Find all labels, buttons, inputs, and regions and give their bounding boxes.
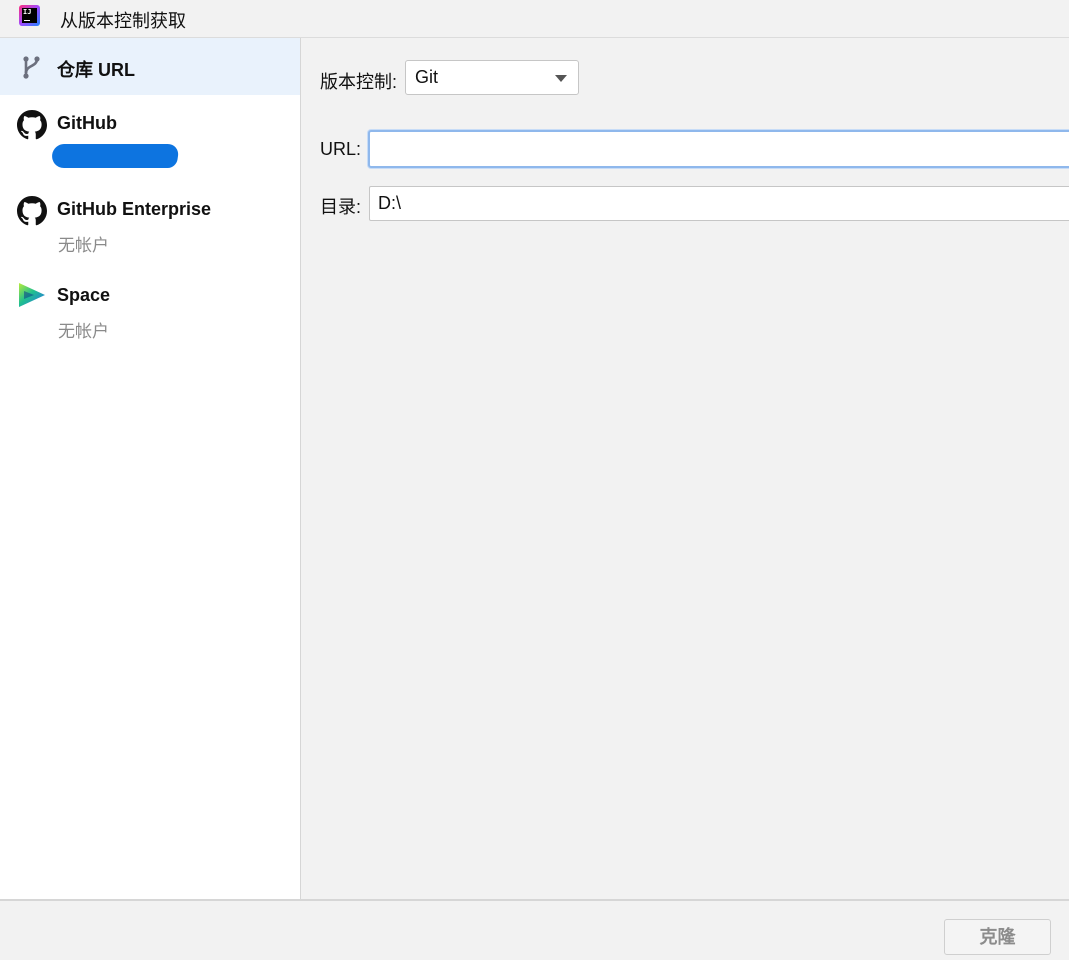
space-icon — [17, 280, 47, 310]
sidebar-item-label: Space — [57, 285, 111, 305]
get-from-vcs-dialog: IJ 从版本控制获取 仓库 URL GitHub GitHub Enterpri… — [0, 0, 1069, 960]
github-icon — [17, 110, 47, 140]
sidebar-item-space[interactable]: Space 无帐户 — [0, 267, 300, 353]
sidebar-item-github-enterprise[interactable]: GitHub Enterprise 无帐户 — [0, 181, 300, 267]
vcs-branch-icon — [17, 52, 47, 82]
sidebar: 仓库 URL GitHub GitHub Enterprise 无帐户 Spac… — [0, 38, 301, 899]
title-bar: IJ 从版本控制获取 — [0, 0, 1069, 38]
directory-input[interactable]: D:\ — [369, 186, 1069, 221]
sidebar-item-label: GitHub Enterprise — [57, 199, 212, 219]
dialog-title: 从版本控制获取 — [60, 11, 186, 31]
chevron-down-icon — [555, 75, 567, 82]
clone-button[interactable]: 克隆 — [944, 919, 1051, 955]
sidebar-item-github[interactable]: GitHub — [0, 95, 300, 181]
sidebar-item-label: GitHub — [57, 113, 117, 133]
directory-label: 目录: — [320, 197, 362, 217]
clone-form: 版本控制: Git URL: 目录: D:\ — [301, 38, 1069, 899]
vcs-label: 版本控制: — [320, 72, 398, 92]
intellij-logo-icon: IJ — [19, 5, 40, 26]
vcs-select[interactable]: Git — [405, 60, 579, 95]
url-label: URL: — [320, 139, 362, 159]
vcs-selected-value: Git — [415, 67, 439, 87]
sidebar-item-repository-url[interactable]: 仓库 URL — [0, 38, 300, 95]
account-status: 无帐户 — [58, 236, 109, 255]
dialog-footer: 克隆 — [0, 899, 1069, 960]
sidebar-item-label: 仓库 URL — [57, 60, 135, 80]
account-status: 无帐户 — [58, 322, 109, 341]
github-icon — [17, 196, 47, 226]
url-input[interactable] — [368, 130, 1069, 168]
redacted-account — [50, 144, 180, 168]
